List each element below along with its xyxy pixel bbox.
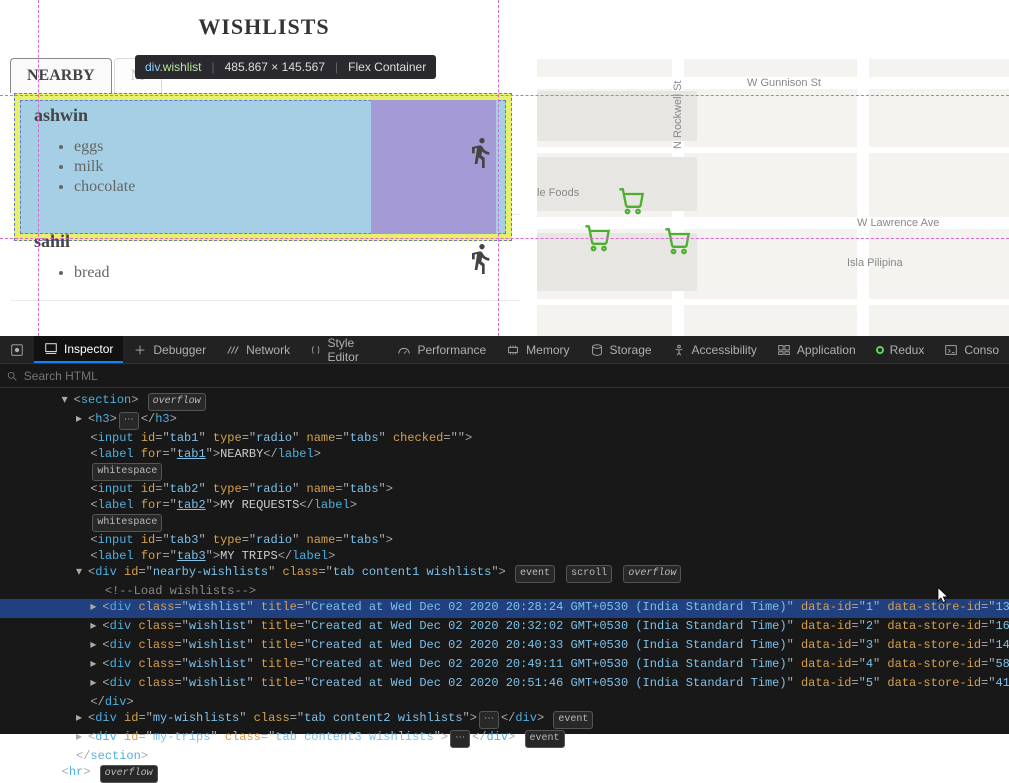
- tab-label: Debugger: [153, 343, 206, 357]
- dom-line[interactable]: ▸<div class="wishlist" title="Created at…: [0, 599, 1009, 618]
- wishlist-item: bread: [74, 264, 464, 282]
- network-icon: [226, 343, 240, 357]
- dom-line[interactable]: <label for="tab3">MY TRIPS</label>: [0, 548, 1009, 564]
- dom-line[interactable]: <input id="tab1" type="radio" name="tabs…: [0, 430, 1009, 446]
- accessibility-icon: [672, 343, 686, 357]
- wishlist-card[interactable]: ashwin eggs milk chocolate: [10, 89, 520, 215]
- devtools-search-input[interactable]: [24, 369, 1003, 383]
- wishlist-item: milk: [74, 158, 464, 176]
- wishlist-owner: sahil: [34, 231, 464, 252]
- road-label: W Lawrence Ave: [857, 217, 939, 229]
- cart-icon[interactable]: [617, 187, 645, 215]
- dom-line[interactable]: ▸<div id="my-trips" class="tab content3 …: [0, 729, 1009, 748]
- tab-label: Storage: [610, 343, 652, 357]
- devtools-tab-memory[interactable]: Memory: [496, 336, 579, 363]
- tab-label: Network: [246, 343, 290, 357]
- dom-line[interactable]: <hr> overflow: [0, 764, 1009, 783]
- tooltip-dimensions: 485.867 × 145.567: [225, 60, 325, 74]
- cart-icon[interactable]: [583, 224, 611, 252]
- storage-icon: [590, 343, 604, 357]
- inspector-icon: [44, 342, 58, 356]
- devtools-tab-console[interactable]: Conso: [934, 336, 1009, 363]
- devtools-tab-debugger[interactable]: Debugger: [123, 336, 216, 363]
- tooltip-flex: Flex Container: [348, 60, 426, 74]
- memory-icon: [506, 343, 520, 357]
- tab-label: Performance: [417, 343, 486, 357]
- dom-line[interactable]: </div>: [0, 694, 1009, 710]
- wishlist-items: eggs milk chocolate: [34, 138, 464, 196]
- wishlist-item: chocolate: [74, 178, 464, 196]
- style-icon: [310, 343, 321, 357]
- run-icon[interactable]: [464, 242, 496, 274]
- dom-line[interactable]: <label for="tab1">NEARBY</label>: [0, 446, 1009, 462]
- devtools-search-bar: [0, 364, 1009, 388]
- target-icon: [10, 343, 24, 357]
- tab-label: Application: [797, 343, 856, 357]
- mouse-cursor: [935, 586, 953, 604]
- tab-label: Memory: [526, 343, 569, 357]
- tab-label: Accessibility: [692, 343, 757, 357]
- tab-label: Inspector: [64, 342, 113, 356]
- tooltip-tag: div: [145, 60, 159, 74]
- dom-line[interactable]: ▸<div class="wishlist" title="Created at…: [0, 656, 1009, 675]
- run-icon[interactable]: [464, 136, 496, 168]
- wishlist-item: eggs: [74, 138, 464, 156]
- wishlist-card[interactable]: sahil bread: [10, 215, 520, 301]
- wishlist-panel: WISHLISTS NEARBY M ashwin eggs milk choc…: [0, 0, 528, 336]
- tab-nearby[interactable]: NEARBY: [10, 58, 112, 93]
- tab-label: Redux: [890, 343, 925, 357]
- dom-line[interactable]: ▾<div id="nearby-wishlists" class="tab c…: [0, 564, 1009, 583]
- road-label: Isla Pilipina: [847, 257, 903, 269]
- dom-line[interactable]: ▸<div class="wishlist" title="Created at…: [0, 618, 1009, 637]
- dom-line[interactable]: </section>: [0, 748, 1009, 764]
- devtools-tab-accessibility[interactable]: Accessibility: [662, 336, 767, 363]
- devtools-tab-storage[interactable]: Storage: [580, 336, 662, 363]
- devtools-tab-inspector[interactable]: Inspector: [34, 336, 123, 363]
- map[interactable]: W Gunnison St W Lawrence Ave N Rockwell …: [537, 59, 1009, 336]
- road-label: le Foods: [537, 187, 579, 199]
- wishlist-items: bread: [34, 264, 464, 282]
- wishlist-scroll-area[interactable]: ashwin eggs milk chocolate sahil bread: [10, 89, 520, 336]
- dom-line[interactable]: <!--Load wishlists-->: [0, 583, 1009, 599]
- wishlist-owner: ashwin: [34, 105, 464, 126]
- dom-line[interactable]: <input id="tab2" type="radio" name="tabs…: [0, 481, 1009, 497]
- devtools-picker-button[interactable]: [0, 336, 34, 363]
- console-icon: [944, 343, 958, 357]
- devtools-tab-application[interactable]: Application: [767, 336, 866, 363]
- tab-label: Conso: [964, 343, 999, 357]
- page-title: WISHLISTS: [0, 0, 528, 58]
- inspector-tooltip: div.wishlist | 485.867 × 145.567 | Flex …: [135, 55, 436, 79]
- devtools-toolbar: Inspector Debugger Network Style Editor …: [0, 336, 1009, 364]
- dom-tree[interactable]: ▾<section> overflow ▸<h3>⋯</h3> <input i…: [0, 388, 1009, 783]
- dom-line[interactable]: whitespace: [0, 462, 1009, 481]
- dom-line[interactable]: ▸<div id="my-wishlists" class="tab conte…: [0, 710, 1009, 729]
- search-icon: [6, 370, 18, 382]
- dom-line[interactable]: ▸<div class="wishlist" title="Created at…: [0, 675, 1009, 694]
- cart-icon[interactable]: [663, 227, 691, 255]
- tab-label: Style Editor: [328, 336, 378, 364]
- debugger-icon: [133, 343, 147, 357]
- dom-line[interactable]: <input id="tab3" type="radio" name="tabs…: [0, 532, 1009, 548]
- devtools: Inspector Debugger Network Style Editor …: [0, 336, 1009, 734]
- road-label: W Gunnison St: [747, 77, 821, 89]
- dom-line[interactable]: ▸<div class="wishlist" title="Created at…: [0, 637, 1009, 656]
- devtools-tab-performance[interactable]: Performance: [387, 336, 496, 363]
- devtools-tab-network[interactable]: Network: [216, 336, 300, 363]
- devtools-tab-style-editor[interactable]: Style Editor: [300, 336, 387, 363]
- dom-line[interactable]: ▾<section> overflow: [0, 392, 1009, 411]
- performance-icon: [397, 343, 411, 357]
- tooltip-class: .wishlist: [159, 60, 201, 74]
- application-icon: [777, 343, 791, 357]
- dom-line[interactable]: <label for="tab2">MY REQUESTS</label>: [0, 497, 1009, 513]
- redux-icon: [876, 346, 884, 354]
- dom-line[interactable]: whitespace: [0, 513, 1009, 532]
- road-label: N Rockwell St: [672, 81, 684, 149]
- devtools-tab-redux[interactable]: Redux: [866, 336, 935, 363]
- dom-line[interactable]: ▸<h3>⋯</h3>: [0, 411, 1009, 430]
